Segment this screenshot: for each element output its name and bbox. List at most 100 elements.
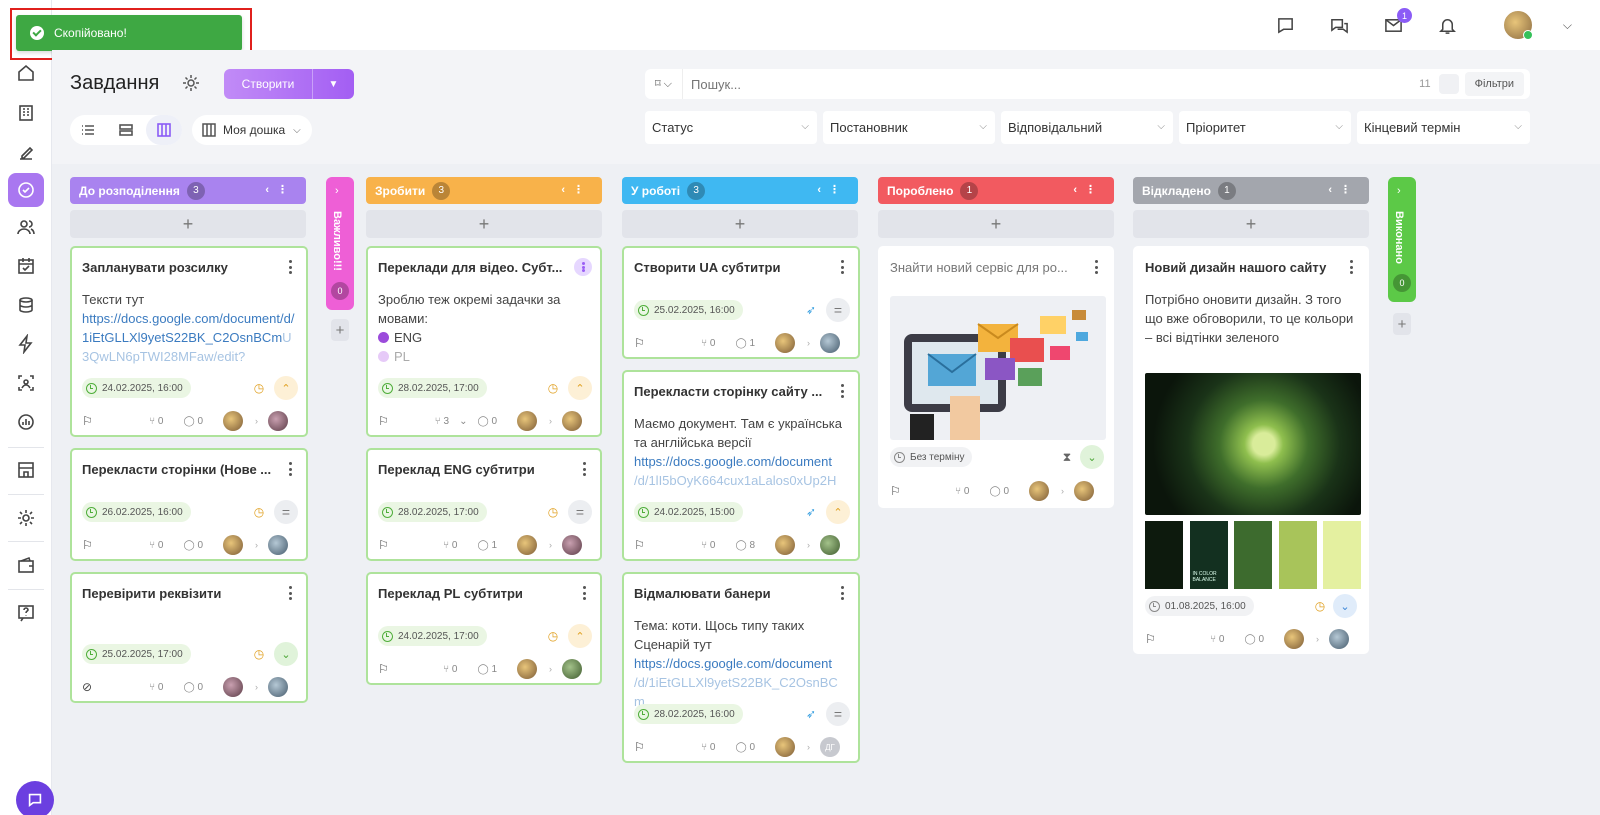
eraser-icon[interactable] — [1438, 74, 1459, 94]
sidebar-scan-icon[interactable] — [8, 366, 44, 400]
filter-author[interactable]: Постановник ⌵ — [823, 111, 995, 144]
priority-lowest-icon[interactable]: ⌄ — [1333, 594, 1357, 618]
kebab-menu-icon[interactable] — [580, 586, 588, 600]
flag-icon[interactable]: ⚐ — [378, 414, 389, 428]
deadline-chip[interactable]: 24.02.2025, 17:00 — [378, 626, 487, 646]
flag-icon[interactable]: ⚐ — [378, 538, 389, 552]
author-avatar[interactable] — [1029, 481, 1049, 501]
priority-medium-icon[interactable]: = — [274, 500, 298, 524]
sidebar-home-icon[interactable] — [8, 56, 44, 90]
create-button[interactable]: Створити ▼ — [224, 69, 354, 99]
flag-icon[interactable]: ⚐ — [82, 538, 93, 552]
eye-off-icon[interactable]: ⊘ — [82, 680, 92, 694]
task-card[interactable]: Перевірити реквізити 25.02.2025, 17:00 ◷… — [70, 572, 308, 703]
task-card[interactable]: Новий дизайн нашого сайту Потрібно онови… — [1133, 246, 1369, 654]
sidebar-wallet-icon[interactable] — [8, 548, 44, 582]
deadline-chip[interactable]: 24.02.2025, 15:00 — [634, 502, 743, 522]
add-task-button[interactable]: + — [331, 319, 349, 341]
user-avatar[interactable] — [1502, 9, 1534, 41]
column-header[interactable]: До розподілення 3 ‹⋮ — [70, 177, 306, 204]
list-view-icon[interactable] — [70, 115, 106, 145]
column-header[interactable]: У роботі 3 ‹⋮ — [622, 177, 858, 204]
author-avatar[interactable] — [223, 535, 243, 555]
author-avatar[interactable] — [775, 737, 795, 757]
sidebar-help-icon[interactable] — [8, 596, 44, 630]
author-avatar[interactable] — [517, 659, 537, 679]
priority-medium-icon[interactable]: = — [568, 500, 592, 524]
assignee-avatar[interactable] — [562, 535, 582, 555]
deadline-chip[interactable]: 28.02.2025, 17:00 — [378, 502, 487, 522]
kebab-menu-icon[interactable] — [286, 260, 294, 274]
task-card[interactable]: Знайти новий сервіс для ро... Без термін… — [878, 246, 1114, 508]
add-task-button[interactable]: + — [366, 210, 602, 238]
task-card[interactable]: Перекласти сторінки (Нове ... 26.02.2025… — [70, 448, 308, 561]
flag-icon[interactable]: ⚐ — [82, 414, 93, 428]
flag-icon[interactable]: ⚐ — [634, 538, 645, 552]
assignee-avatar[interactable] — [1329, 629, 1349, 649]
priority-high-icon[interactable]: ⌃ — [568, 624, 592, 648]
author-avatar[interactable] — [775, 535, 795, 555]
column-header[interactable]: Пороблено 1 ‹⋮ — [878, 177, 1114, 204]
rows-view-icon[interactable] — [108, 115, 144, 145]
sidebar-analytics-icon[interactable] — [8, 405, 44, 439]
filters-button[interactable]: Фільтри — [1464, 72, 1524, 96]
flag-icon[interactable]: ⚐ — [634, 740, 645, 754]
column-controls[interactable]: ‹⋮ — [1073, 183, 1104, 196]
bell-icon[interactable] — [1434, 12, 1460, 38]
deadline-chip[interactable]: 24.02.2025, 16:00 — [82, 378, 191, 398]
chat-launcher-icon[interactable] — [16, 781, 54, 815]
priority-low-icon[interactable]: ⌄ — [274, 642, 298, 666]
deadline-chip[interactable]: 28.02.2025, 17:00 — [378, 378, 487, 398]
add-task-button[interactable]: + — [70, 210, 306, 238]
column-controls[interactable]: ‹⋮ — [265, 183, 296, 196]
sidebar-settings-icon[interactable] — [8, 501, 44, 535]
column-header[interactable]: Відкладено 1 ‹⋮ — [1133, 177, 1369, 204]
card-link[interactable]: https://docs.google.com/document/d/1iEtG… — [82, 311, 294, 345]
add-task-button[interactable]: + — [1133, 210, 1369, 238]
kebab-menu-icon[interactable] — [574, 258, 592, 276]
priority-high-icon[interactable]: ⌃ — [274, 376, 298, 400]
deadline-chip[interactable]: 25.02.2025, 17:00 — [82, 644, 191, 664]
deadline-chip[interactable]: Без терміну — [890, 447, 973, 467]
assignee-avatar[interactable] — [1074, 481, 1094, 501]
kebab-menu-icon[interactable] — [1347, 260, 1355, 274]
sidebar-database-icon[interactable] — [8, 288, 44, 322]
mail-icon[interactable]: 1 — [1380, 8, 1412, 38]
deadline-chip[interactable]: 26.02.2025, 16:00 — [82, 502, 191, 522]
add-task-button[interactable]: + — [622, 210, 858, 238]
column-collapsed-important[interactable]: › Важливо!!! 0 — [326, 177, 354, 310]
author-avatar[interactable] — [517, 535, 537, 555]
sidebar-store-icon[interactable] — [8, 453, 44, 487]
kebab-menu-icon[interactable] — [1092, 260, 1100, 274]
deadline-chip[interactable]: 28.02.2025, 16:00 — [634, 704, 743, 724]
sidebar-building-icon[interactable] — [8, 96, 44, 130]
add-task-button[interactable]: + — [1393, 313, 1411, 335]
assignee-avatar[interactable] — [268, 535, 288, 555]
column-controls[interactable]: ‹⋮ — [1328, 183, 1359, 196]
sidebar-users-icon[interactable] — [8, 210, 44, 244]
chevron-right-icon[interactable]: › — [335, 185, 339, 197]
flag-icon[interactable]: ⚐ — [634, 336, 645, 350]
author-avatar[interactable] — [223, 677, 243, 697]
task-card[interactable]: Створити UA субтитри 25.02.2025, 16:00 ➶… — [622, 246, 860, 359]
assignee-avatar[interactable] — [820, 333, 840, 353]
assignee-avatar[interactable] — [268, 411, 288, 431]
priority-medium-icon[interactable]: = — [826, 298, 850, 322]
assignee-avatar[interactable] — [268, 677, 288, 697]
filter-assignee[interactable]: Відповідальний ⌵ — [1001, 111, 1173, 144]
assignee-avatar[interactable] — [820, 535, 840, 555]
task-card[interactable]: Переклад PL субтитри 24.02.2025, 17:00 ◷… — [366, 572, 602, 685]
filter-deadline[interactable]: Кінцевий термін ⌵ — [1357, 111, 1530, 144]
search-input[interactable] — [683, 76, 1420, 92]
add-task-button[interactable]: + — [878, 210, 1114, 238]
card-link[interactable]: https://docs.google.com/document — [634, 656, 832, 671]
sidebar-lightning-icon[interactable] — [8, 327, 44, 361]
assignee-avatar[interactable] — [562, 659, 582, 679]
board-select[interactable]: Моя дошка ⌵ — [192, 115, 312, 145]
messages-icon[interactable] — [1326, 12, 1352, 38]
flag-icon[interactable]: ⚐ — [890, 484, 901, 498]
column-collapsed-done[interactable]: › Виконано 0 — [1388, 177, 1416, 302]
kebab-menu-icon[interactable] — [286, 586, 294, 600]
assignee-avatar[interactable]: ДГ — [820, 737, 840, 757]
gear-icon[interactable] — [181, 73, 201, 93]
